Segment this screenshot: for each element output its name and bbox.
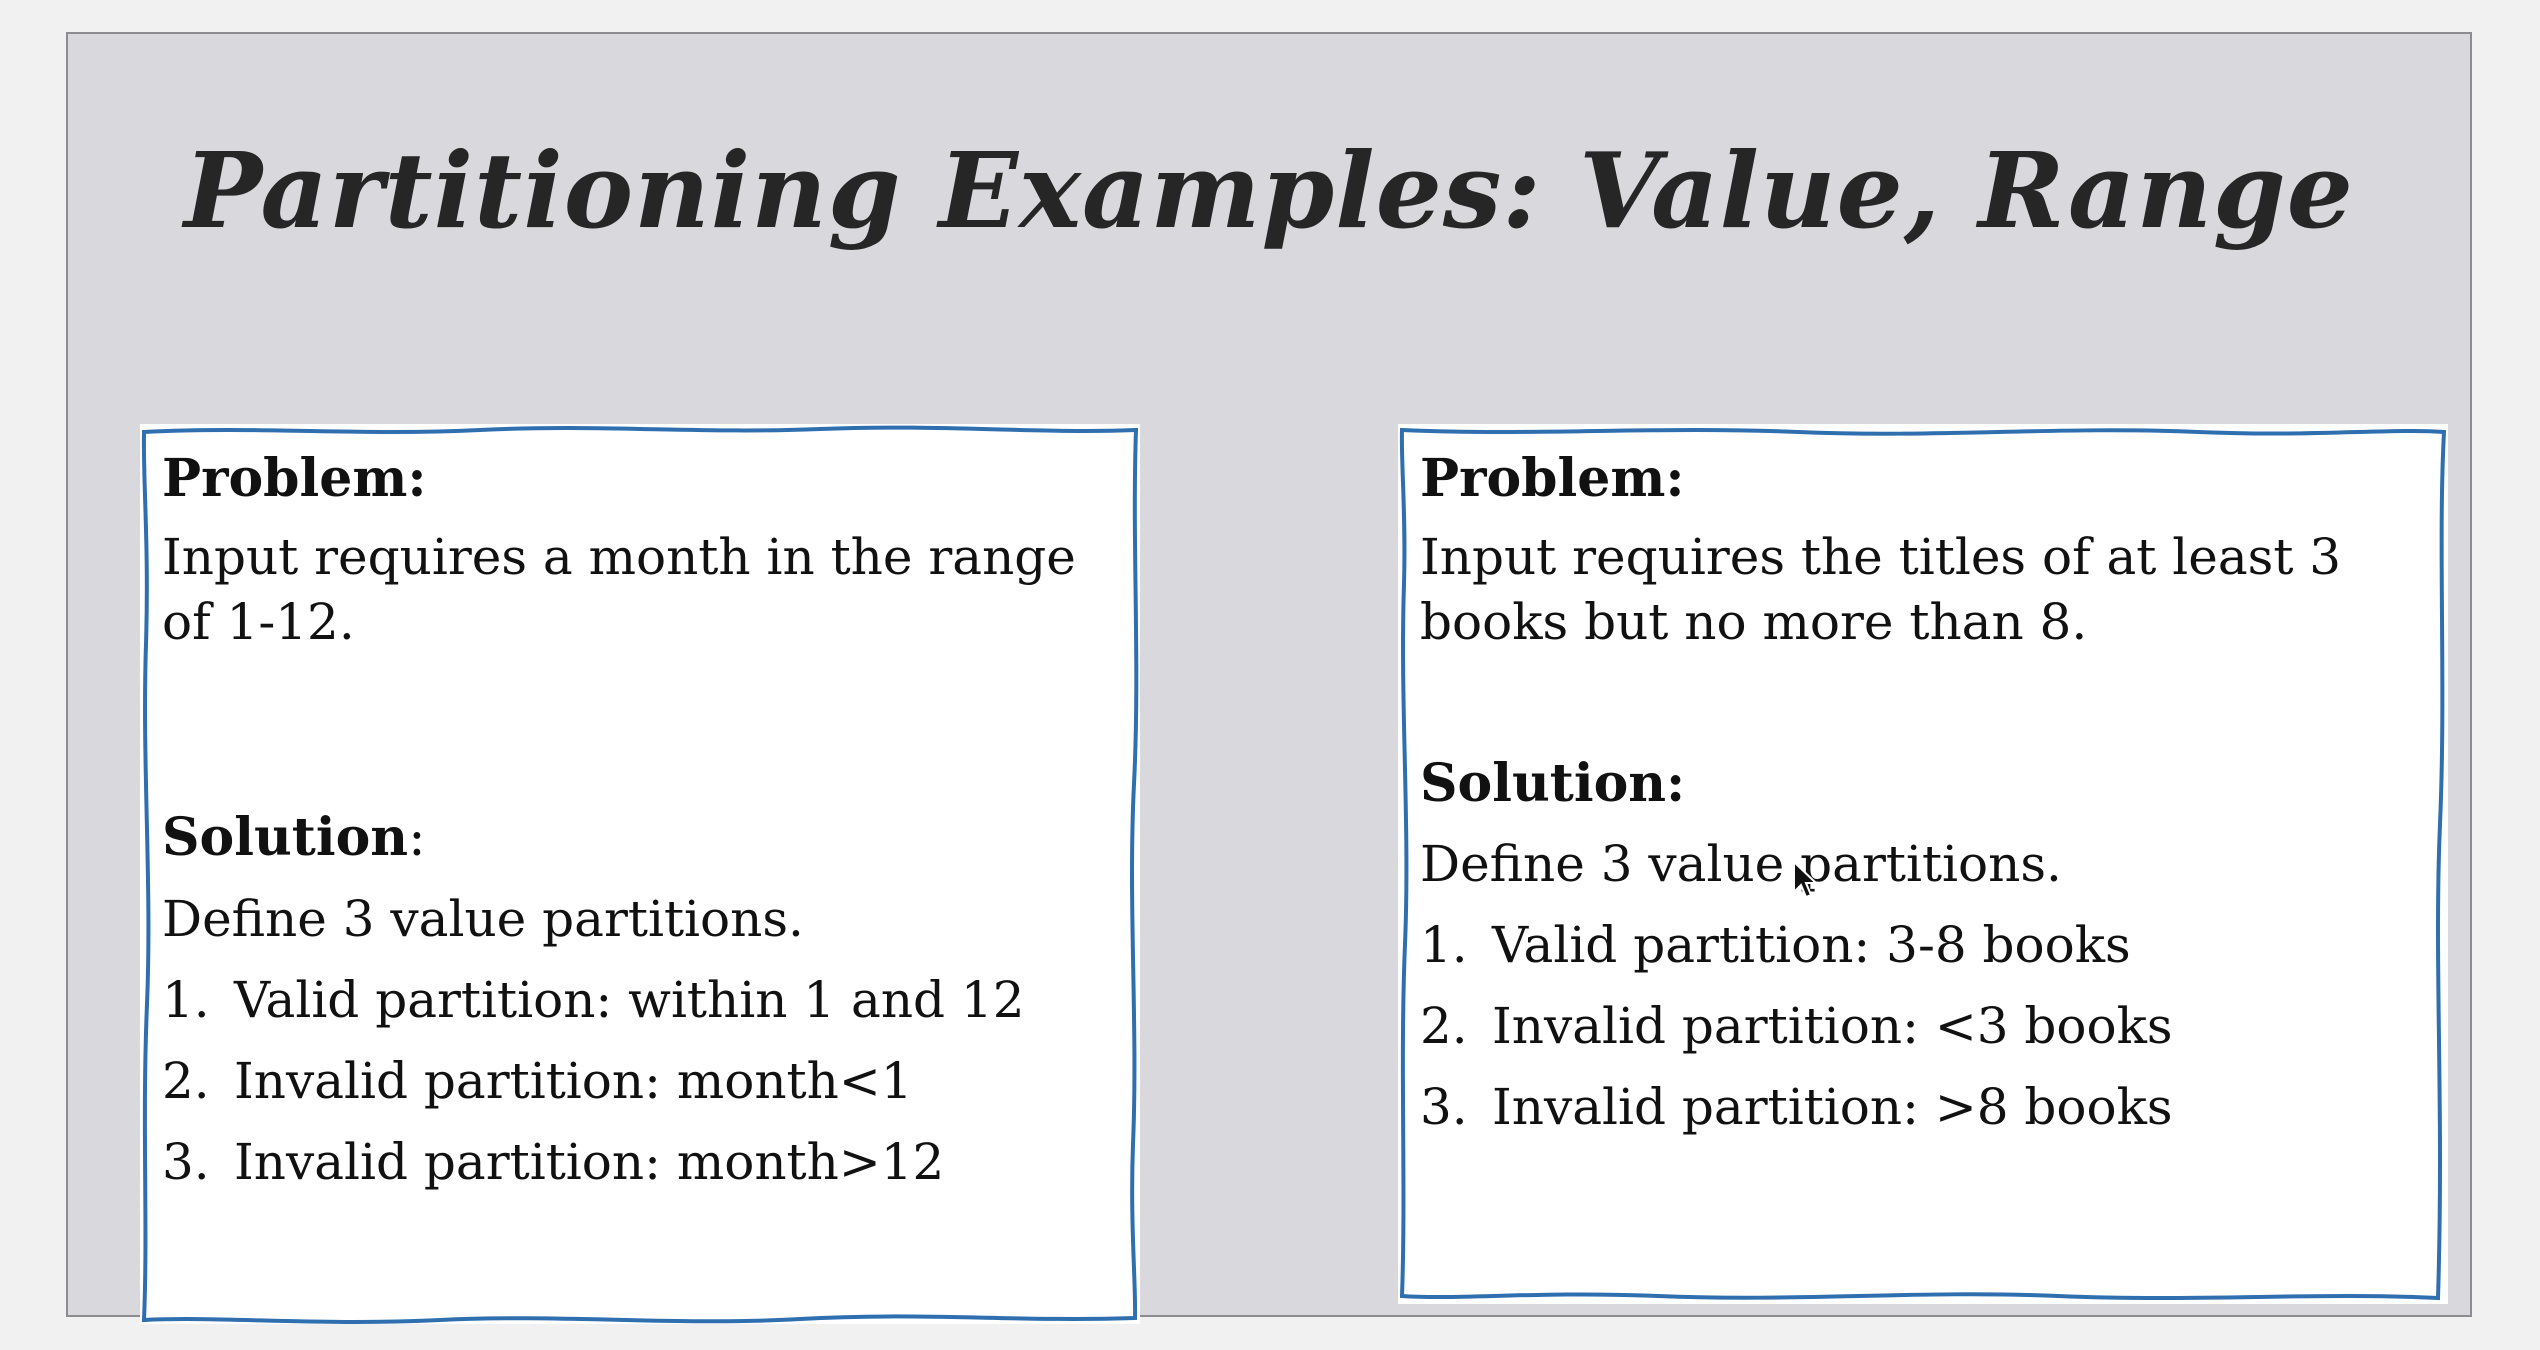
list-text: Valid partition: 3-8 books [1492,916,2131,974]
list-item: 3. Invalid partition: month>12 [162,1130,1118,1195]
list-item: 2. Invalid partition: month<1 [162,1049,1118,1114]
list-item: 1. Valid partition: 3-8 books [1420,913,2426,978]
list-number: 2. [1420,997,1468,1055]
left-solution-colon: : [408,808,426,868]
list-item: 3. Invalid partition: >8 books [1420,1075,2426,1140]
list-number: 1. [1420,916,1468,974]
right-solution-intro: Define 3 value partitions. [1420,835,2062,893]
list-number: 2. [162,1052,210,1110]
right-example-card: Problem: Input requires the titles of at… [1398,424,2448,1304]
left-solution-label: Solution [162,807,409,868]
list-item: 1. Valid partition: within 1 and 12 [162,968,1118,1033]
list-text: Invalid partition: >8 books [1492,1078,2173,1136]
list-text: Valid partition: within 1 and 12 [234,971,1025,1029]
list-item: 2. Invalid partition: <3 books [1420,994,2426,1059]
left-problem-text: Input requires a month in the range of 1… [162,528,1076,651]
left-solution-heading: Solution: [162,805,1118,871]
list-number: 3. [1420,1078,1468,1136]
mouse-pointer-icon [1793,860,1819,899]
right-solution-heading: Solution: [1420,753,1686,814]
left-example-card: Problem: Input requires a month in the r… [140,424,1140,1324]
list-text: Invalid partition: month>12 [234,1133,945,1191]
slide-title: Partitioning Examples: Value, Range [184,129,2354,252]
right-problem-heading: Problem: [1420,448,1685,509]
left-solution-intro: Define 3 value partitions. [162,890,804,948]
right-problem-text: Input requires the titles of at least 3 … [1420,528,2342,651]
list-text: Invalid partition: month<1 [234,1052,913,1110]
list-text: Invalid partition: <3 books [1492,997,2173,1055]
left-problem-heading: Problem: [162,448,427,509]
list-number: 1. [162,971,210,1029]
list-number: 3. [162,1133,210,1191]
slide: Partitioning Examples: Value, Range Prob… [66,32,2472,1324]
